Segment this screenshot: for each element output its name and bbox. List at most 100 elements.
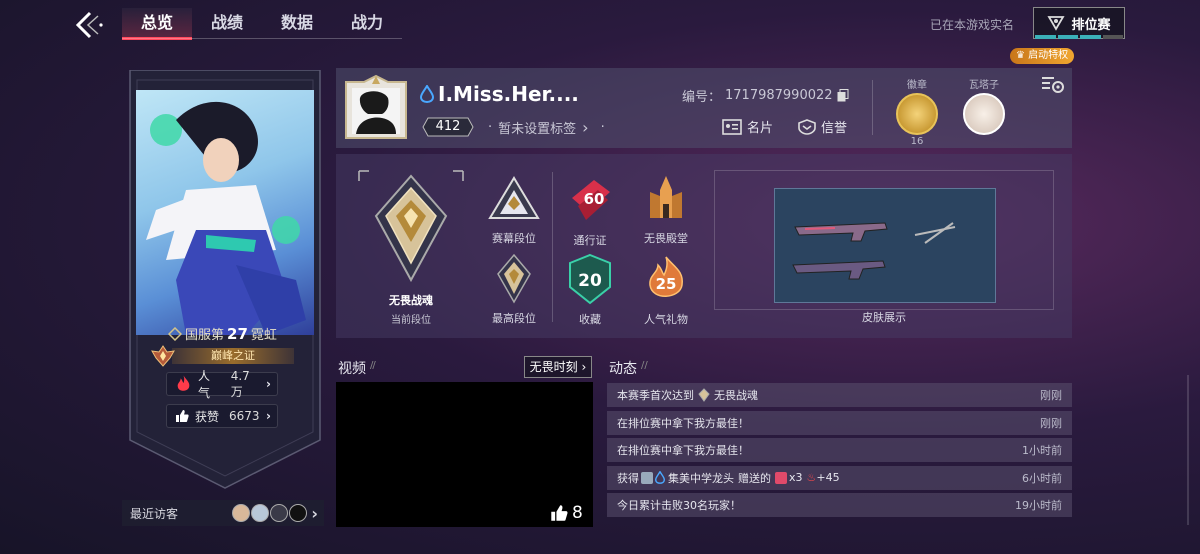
gift-flame-icon: 25	[649, 256, 683, 297]
hall-tower-icon	[650, 176, 682, 218]
scrollbar[interactable]	[1187, 375, 1189, 525]
avatar[interactable]	[270, 504, 289, 522]
list-item[interactable]: 在排位赛中拿下我方最佳！ 1小时前	[607, 438, 1072, 462]
credit-button[interactable]: 信誉	[798, 117, 847, 136]
list-settings-icon	[1042, 77, 1064, 93]
back-button[interactable]	[72, 10, 106, 40]
pass-level: 60	[584, 190, 605, 208]
privilege-badge[interactable]: ♛ 启动特权	[1010, 48, 1075, 64]
current-rank[interactable]: 无畏战魂 当前段位	[356, 168, 466, 326]
decor-slashes: //	[641, 360, 648, 371]
season-rank[interactable]: 赛幕段位	[484, 174, 544, 246]
likes-stat[interactable]: 获赞 6673 ›	[166, 404, 278, 428]
gift-icon	[775, 471, 787, 484]
recent-visitors[interactable]: 最近访客 ›	[122, 500, 324, 526]
video-section-title: 视频	[338, 361, 366, 377]
peak-proof-badge[interactable]: 巅峰之证	[150, 345, 300, 367]
badge-collection[interactable]: 徽章 16	[887, 76, 947, 147]
collection-shield-icon: 20	[569, 253, 611, 305]
badge-count: 16	[910, 136, 924, 147]
ranked-button-label: 排位赛	[1071, 17, 1111, 33]
realname-status: 已在本游戏实名	[930, 18, 1015, 32]
pet-avatar	[963, 93, 1005, 135]
tab-record[interactable]: 战绩	[192, 8, 262, 40]
tag-setting[interactable]: · 暂未设置标签 › ·	[488, 118, 605, 137]
tab-overview[interactable]: 总览	[122, 8, 192, 40]
level-badge: 412	[422, 117, 474, 137]
diamond-rank-icon	[497, 253, 531, 304]
collection[interactable]: 20 收藏	[560, 253, 620, 327]
rank-drop-icon	[655, 471, 665, 484]
battle-pass[interactable]: 60 通行证	[560, 176, 620, 248]
privilege-label: 启动特权	[1028, 50, 1069, 61]
divider	[872, 80, 873, 135]
badge-icon	[896, 93, 938, 135]
tabs-divider	[122, 38, 402, 39]
crown-icon: ♛	[1016, 50, 1025, 61]
likes-label: 获赞	[195, 409, 220, 424]
diamond-icon	[168, 326, 182, 341]
activity-section-title: 动态	[609, 361, 637, 377]
popularity-label: 人气	[198, 369, 211, 400]
chevron-right-icon: ›	[581, 360, 587, 374]
profile-settings-button[interactable]	[1040, 72, 1066, 96]
hero-portrait[interactable]	[136, 90, 314, 335]
triangle-rank-icon	[488, 176, 540, 219]
current-rank-name: 无畏战魂	[389, 294, 433, 307]
highest-rank[interactable]: 最高段位	[484, 252, 544, 326]
activity-list: 本赛季首次达到 无畏战魂 刚刚 在排位赛中拿下我方最佳！ 刚刚 在排位赛中拿下我…	[607, 383, 1072, 521]
avatar[interactable]	[232, 504, 251, 522]
rank-progress	[1035, 35, 1123, 39]
main-tabs: 总览 战绩 数据 战力	[122, 8, 402, 40]
avatar[interactable]	[289, 504, 308, 522]
player-avatar-icon	[641, 471, 653, 484]
fearless-hall[interactable]: 无畏殿堂	[636, 174, 696, 246]
popularity-stat[interactable]: 人气 4.7万 ›	[166, 369, 278, 400]
list-item[interactable]: 今日累计击败30名玩家！ 19小时前	[607, 493, 1072, 517]
rank-emblem-icon	[698, 388, 710, 402]
likes-value: 6673	[229, 409, 260, 423]
popularity-value: 4.7万	[230, 368, 250, 399]
avatar[interactable]	[251, 504, 270, 522]
thumbs-up-icon	[176, 410, 189, 422]
list-item[interactable]: 获得 集美中学龙头 赠送的 x3 ♨ +45 6小时前	[607, 465, 1072, 490]
tag-label: 暂未设置标签	[498, 122, 577, 137]
tab-power[interactable]: 战力	[332, 8, 402, 40]
list-item[interactable]: 本赛季首次达到 无畏战魂 刚刚	[607, 383, 1072, 407]
rank-emblem-icon	[1047, 16, 1066, 31]
fearless-moments-button[interactable]: 无畏时刻 ›	[524, 356, 592, 378]
skin-showcase-label: 皮肤展示	[862, 311, 906, 324]
namecard-button[interactable]: 名片	[722, 117, 773, 136]
player-avatar[interactable]	[342, 74, 410, 142]
chevron-left-icon	[75, 11, 103, 39]
tower-pet[interactable]: 瓦塔子	[954, 76, 1014, 135]
recent-visitors-label: 最近访客	[130, 506, 179, 521]
divider	[552, 172, 553, 322]
tower-label: 瓦塔子	[969, 80, 999, 91]
badge-label: 徽章	[907, 80, 927, 91]
copy-icon[interactable]	[837, 89, 849, 102]
chevron-right-icon: ›	[311, 503, 318, 523]
chevron-right-icon: ›	[266, 409, 271, 423]
video-likes[interactable]: 8	[550, 503, 583, 523]
flame-icon	[177, 375, 190, 391]
pass-ticket-icon: 60	[572, 180, 610, 220]
rank-emblem-icon	[358, 170, 464, 283]
flame-icon: ♨	[806, 471, 817, 484]
chevron-right-icon: ›	[266, 377, 271, 391]
id-card-icon	[722, 118, 742, 135]
player-name: I.Miss.Her....	[420, 82, 579, 106]
list-item[interactable]: 在排位赛中拿下我方最佳！ 刚刚	[607, 410, 1072, 435]
tab-data[interactable]: 数据	[262, 8, 332, 40]
popularity-gifts[interactable]: 25 人气礼物	[636, 253, 696, 327]
rank-drop-icon	[420, 85, 434, 103]
collection-count: 20	[578, 271, 602, 291]
shield-icon	[798, 118, 816, 135]
skin-showcase[interactable]	[774, 188, 996, 303]
decor-slashes: //	[370, 360, 376, 371]
player-uid: 编号： 1717987990022	[682, 86, 849, 105]
chevron-right-icon: ›	[582, 118, 589, 137]
peak-proof-label: 巅峰之证	[172, 348, 294, 364]
thumbs-up-icon	[551, 505, 568, 521]
visitor-avatars	[232, 504, 308, 522]
